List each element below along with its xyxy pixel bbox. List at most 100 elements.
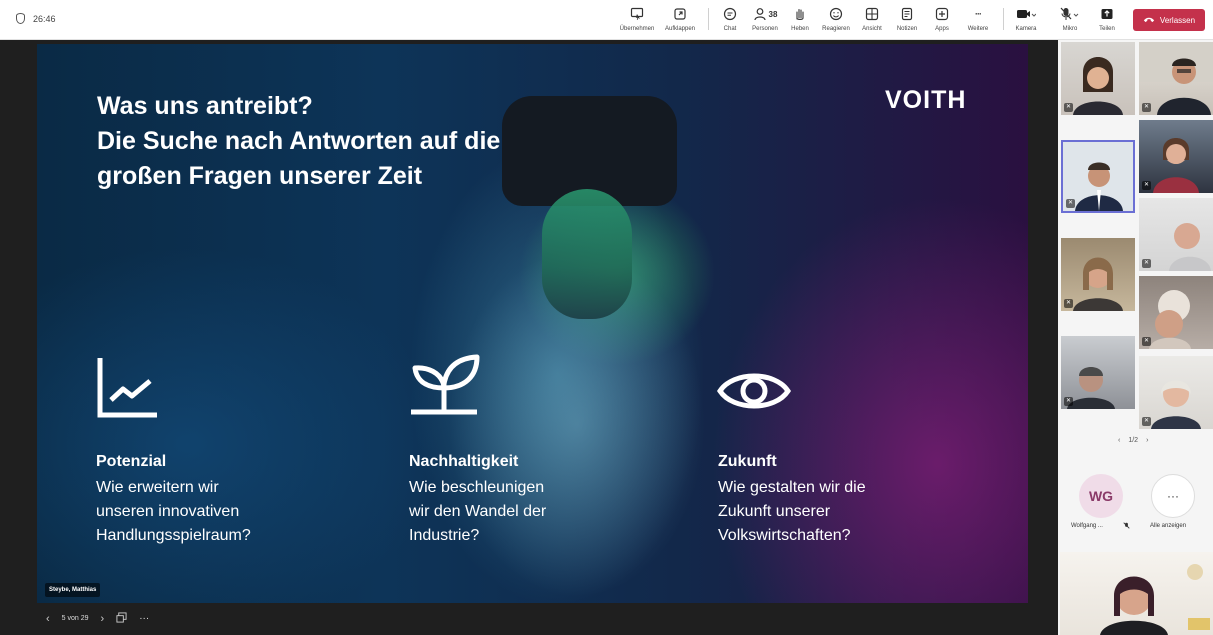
eye-icon — [717, 366, 791, 421]
mic-muted-icon: ✕ — [1142, 181, 1151, 190]
gallery-page: 1/2 — [1128, 437, 1139, 444]
leave-label: Verlassen — [1159, 15, 1196, 25]
mic-muted-icon: ✕ — [1142, 259, 1151, 268]
presentation-slide: Was uns antreibt? Die Suche nach Antwort… — [37, 44, 1028, 603]
people-icon: 38 — [753, 6, 778, 22]
prev-slide-button[interactable]: ‹ — [46, 613, 50, 625]
column-heading-nachhaltigkeit: Nachhaltigkeit — [409, 453, 519, 470]
self-video-preview — [1060, 552, 1213, 635]
column-text-line: Wie beschleunigen — [409, 479, 545, 496]
presenter-name-tag: Steybe, Matthias — [45, 583, 101, 597]
mic-muted-icon: ✕ — [1064, 103, 1073, 112]
voith-logo: VOITH — [885, 86, 967, 114]
show-all-button[interactable]: ··· — [1151, 474, 1195, 518]
mic-muted-icon — [1123, 522, 1130, 531]
mic-muted-icon: ✕ — [1064, 397, 1073, 406]
popout-label: Aufklappen — [664, 26, 696, 32]
timer-text: 26:46 — [33, 13, 56, 24]
participant-video-tile[interactable]: ✕ — [1061, 42, 1135, 115]
mic-muted-icon: ✕ — [1142, 337, 1151, 346]
chart-line-icon — [97, 356, 159, 423]
smiley-icon — [829, 6, 843, 22]
takeover-button[interactable]: Übernehmen — [615, 6, 659, 32]
grid-icon — [865, 6, 879, 22]
mic-muted-icon: ✕ — [1066, 199, 1075, 208]
raise-hand-icon — [793, 6, 807, 22]
column-text-potenzial: Wie erweitern wir unseren innovativen Ha… — [96, 476, 326, 548]
more-label: Weitere — [967, 26, 989, 32]
share-button[interactable]: Teilen — [1085, 6, 1129, 32]
mic-muted-icon — [1060, 6, 1080, 22]
more-actions-button[interactable]: ··· Weitere — [956, 6, 1000, 32]
slide-position: 5 von 29 — [61, 615, 89, 622]
participant-video-tile[interactable]: ✕ — [1061, 336, 1135, 409]
participant-video-tile[interactable]: ✕ — [1139, 198, 1213, 271]
takeover-icon — [630, 6, 644, 22]
slide-title: Was uns antreibt? Die Suche nach Antwort… — [97, 89, 500, 194]
participant-video-tile[interactable]: ✕ — [1139, 120, 1213, 193]
hang-up-icon — [1143, 16, 1155, 25]
slide-title-line-1: Was uns antreibt? — [97, 92, 313, 120]
view-label: Ansicht — [862, 26, 882, 32]
participant-name: Wolfgang ... — [1071, 523, 1103, 529]
camera-button[interactable]: Kamera — [1004, 6, 1048, 32]
shield-icon — [16, 13, 25, 24]
popout-icon — [673, 6, 687, 22]
slide-navigation: ‹ 5 von 29 › ··· — [46, 612, 149, 625]
popout-button[interactable]: Aufklappen — [658, 6, 702, 32]
people-count: 38 — [768, 9, 778, 19]
column-text-zukunft: Wie gestalten wir die Zukunft unserer Vo… — [718, 476, 948, 548]
chat-icon — [723, 6, 737, 22]
column-text-line: Handlungsspielraum? — [96, 527, 251, 544]
column-text-line: Wie gestalten wir die — [718, 479, 866, 496]
gallery-next-button[interactable]: › — [1146, 437, 1148, 444]
participant-video-tile[interactable]: ✕ — [1061, 238, 1135, 311]
content-stage: Was uns antreibt? Die Suche nach Antwort… — [0, 40, 1058, 635]
mic-muted-icon: ✕ — [1142, 417, 1151, 426]
share-icon — [1100, 6, 1114, 22]
camera-icon — [1016, 6, 1036, 22]
show-all-label: Alle anzeigen — [1150, 523, 1187, 529]
notes-icon — [900, 6, 914, 22]
gallery-prev-button[interactable]: ‹ — [1118, 437, 1120, 444]
gallery-pager: ‹ 1/2 › — [1118, 437, 1148, 444]
mic-muted-icon: ✕ — [1064, 299, 1073, 308]
leaf-icon — [407, 354, 481, 423]
column-heading-zukunft: Zukunft — [718, 453, 777, 470]
avatar[interactable]: WG — [1079, 474, 1123, 518]
react-label: Reagieren — [822, 26, 850, 32]
takeover-label: Übernehmen — [619, 26, 655, 32]
column-text-nachhaltigkeit: Wie beschleunigen wir den Wandel der Ind… — [409, 476, 639, 548]
add-app-icon — [935, 6, 949, 22]
column-text-line: Industrie? — [409, 527, 480, 544]
participant-video-tile-speaking[interactable]: ✕ — [1061, 140, 1135, 213]
column-text-line: Zukunft unserer — [718, 503, 831, 520]
participant-video-tile[interactable]: ✕ — [1139, 276, 1213, 349]
meeting-toolbar: 26:46 Übernehmen Aufklappen Chat 38 Pers… — [0, 0, 1213, 40]
leave-button[interactable]: Verlassen — [1133, 9, 1205, 31]
participant-video-tile[interactable]: ✕ — [1139, 356, 1213, 429]
chat-label: Chat — [723, 26, 737, 32]
participant-video-tile[interactable]: ✕ — [1139, 42, 1213, 115]
next-slide-button[interactable]: › — [101, 613, 105, 625]
raise-hand-label: Heben — [791, 26, 809, 32]
people-label: Personen — [752, 26, 778, 32]
notes-label: Notizen — [896, 26, 918, 32]
share-label: Teilen — [1099, 26, 1115, 32]
apps-label: Apps — [935, 26, 949, 32]
face-image — [542, 189, 632, 319]
mic-label: Mikro — [1062, 26, 1078, 32]
mic-muted-icon: ✕ — [1142, 103, 1151, 112]
meeting-timer: 26:46 — [16, 13, 56, 24]
slide-thumbnails-icon[interactable] — [116, 612, 127, 625]
more-icon: ··· — [975, 9, 982, 19]
slide-more-button[interactable]: ··· — [139, 613, 149, 624]
column-heading-potenzial: Potenzial — [96, 453, 167, 470]
column-text-line: unseren innovativen — [96, 503, 240, 520]
column-text-line: wir den Wandel der — [409, 503, 547, 520]
slide-title-line-3: großen Fragen unserer Zeit — [97, 162, 423, 190]
slide-title-line-2: Die Suche nach Antworten auf die — [97, 127, 501, 155]
column-text-line: Volkswirtschaften? — [718, 527, 851, 544]
column-text-line: Wie erweitern wir — [96, 479, 219, 496]
camera-label: Kamera — [1015, 26, 1037, 32]
